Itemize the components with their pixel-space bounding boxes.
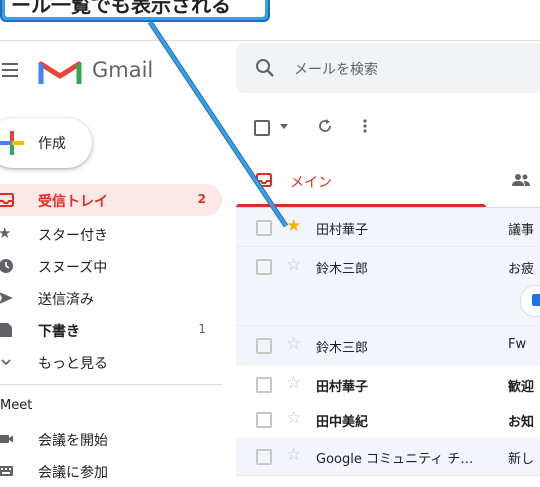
header-divider bbox=[0, 40, 540, 41]
email-row[interactable]: ☆ 鈴木三郎 Fw bbox=[236, 326, 540, 365]
meet-section-title: Meet bbox=[0, 398, 33, 413]
sidebar-item-start-meeting[interactable]: 会議を開始 bbox=[0, 423, 222, 455]
annotation-callout: ール一覧でも表示される bbox=[0, 0, 270, 22]
sidebar-item-inbox[interactable]: 受信トレイ 2 bbox=[0, 184, 222, 216]
gmail-logo[interactable] bbox=[38, 58, 82, 86]
draft-count: 1 bbox=[198, 322, 206, 336]
row-checkbox[interactable] bbox=[256, 412, 272, 428]
callout-text: ール一覧でも表示される bbox=[5, 0, 265, 17]
compose-button[interactable]: 作成 bbox=[0, 118, 92, 168]
main-menu-icon[interactable] bbox=[2, 63, 18, 77]
inbox-icon bbox=[256, 173, 272, 187]
tab-social[interactable] bbox=[512, 172, 540, 192]
people-icon bbox=[512, 174, 530, 186]
sidebar-item-starred[interactable]: ★ スター付き bbox=[0, 218, 222, 250]
clock-icon bbox=[0, 259, 13, 273]
tab-label: メイン bbox=[290, 175, 332, 191]
search-icon[interactable] bbox=[254, 57, 276, 79]
sidebar-item-label: 会議に参加 bbox=[38, 465, 108, 481]
email-subject: お疲 bbox=[508, 262, 535, 277]
row-checkbox[interactable] bbox=[256, 449, 272, 465]
email-sender: 田村華子 bbox=[316, 380, 369, 395]
select-all-checkbox[interactable] bbox=[254, 120, 270, 136]
inbox-icon bbox=[0, 193, 14, 207]
sidebar-item-label: 会議を開始 bbox=[38, 433, 108, 449]
email-row[interactable]: ☆ 鈴木三郎 お疲 bbox=[236, 247, 540, 326]
document-icon bbox=[532, 294, 540, 306]
gmail-brand-text: Gmail bbox=[92, 58, 154, 82]
chevron-down-icon bbox=[1, 359, 11, 366]
search-bar[interactable]: メールを検索 bbox=[236, 43, 540, 93]
tab-primary[interactable]: メイン bbox=[236, 160, 486, 204]
star-icon[interactable]: ★ bbox=[286, 217, 301, 235]
email-row[interactable]: ★ 田村華子 議事 bbox=[236, 208, 540, 247]
more-options-icon[interactable] bbox=[362, 118, 368, 134]
refresh-icon[interactable] bbox=[316, 117, 334, 135]
sidebar-item-join-meeting[interactable]: 会議に参加 bbox=[0, 455, 222, 487]
search-input[interactable]: メールを検索 bbox=[294, 59, 378, 79]
row-checkbox[interactable] bbox=[256, 259, 272, 275]
row-checkbox[interactable] bbox=[256, 220, 272, 236]
sidebar-divider bbox=[0, 384, 222, 385]
email-sender: 田村華子 bbox=[316, 223, 369, 238]
email-row[interactable]: ☆ 田村華子 歓迎 bbox=[236, 365, 540, 404]
row-checkbox[interactable] bbox=[256, 377, 272, 393]
sidebar-item-label: 受信トレイ bbox=[38, 194, 108, 210]
sidebar-item-label: スター付き bbox=[38, 228, 108, 244]
email-row[interactable]: ☆ Google コミュニティ チ… 新し bbox=[236, 437, 540, 476]
sidebar-item-snoozed[interactable]: スヌーズ中 bbox=[0, 250, 222, 282]
sidebar-item-label: スヌーズ中 bbox=[38, 260, 108, 276]
email-subject: 議事 bbox=[508, 223, 535, 238]
plus-icon bbox=[0, 131, 24, 155]
email-sender: Google コミュニティ チ… bbox=[316, 452, 474, 467]
sidebar-item-label: 送信済み bbox=[38, 292, 94, 308]
unread-count: 2 bbox=[197, 192, 206, 206]
keyboard-icon bbox=[0, 466, 13, 476]
email-sender: 鈴木三郎 bbox=[316, 341, 369, 356]
email-subject: お知 bbox=[508, 415, 535, 430]
star-outline-icon[interactable]: ☆ bbox=[286, 409, 301, 427]
sidebar-item-label: 下書き bbox=[38, 324, 80, 340]
sidebar-item-more[interactable]: もっと見る bbox=[0, 346, 222, 378]
compose-label: 作成 bbox=[38, 136, 66, 152]
star-icon: ★ bbox=[0, 224, 12, 242]
select-dropdown-icon[interactable] bbox=[280, 124, 288, 130]
draft-icon bbox=[0, 323, 12, 337]
email-row[interactable]: ☆ 田中美紀 お知 bbox=[236, 400, 540, 439]
email-subject: 歓迎 bbox=[508, 380, 535, 395]
star-outline-icon[interactable]: ☆ bbox=[286, 446, 301, 464]
star-outline-icon[interactable]: ☆ bbox=[286, 335, 301, 353]
sidebar-item-sent[interactable]: 送信済み bbox=[0, 282, 222, 314]
row-checkbox[interactable] bbox=[256, 338, 272, 354]
star-outline-icon[interactable]: ☆ bbox=[286, 374, 301, 392]
email-sender: 鈴木三郎 bbox=[316, 262, 369, 277]
star-outline-icon[interactable]: ☆ bbox=[286, 256, 301, 274]
sidebar-item-label: もっと見る bbox=[38, 356, 108, 372]
email-sender: 田中美紀 bbox=[316, 415, 369, 430]
sidebar-item-drafts[interactable]: 下書き 1 bbox=[0, 314, 222, 346]
send-icon bbox=[0, 292, 13, 304]
video-icon bbox=[0, 435, 13, 443]
email-subject: 新し bbox=[508, 452, 535, 467]
email-subject: Fw bbox=[508, 337, 527, 352]
